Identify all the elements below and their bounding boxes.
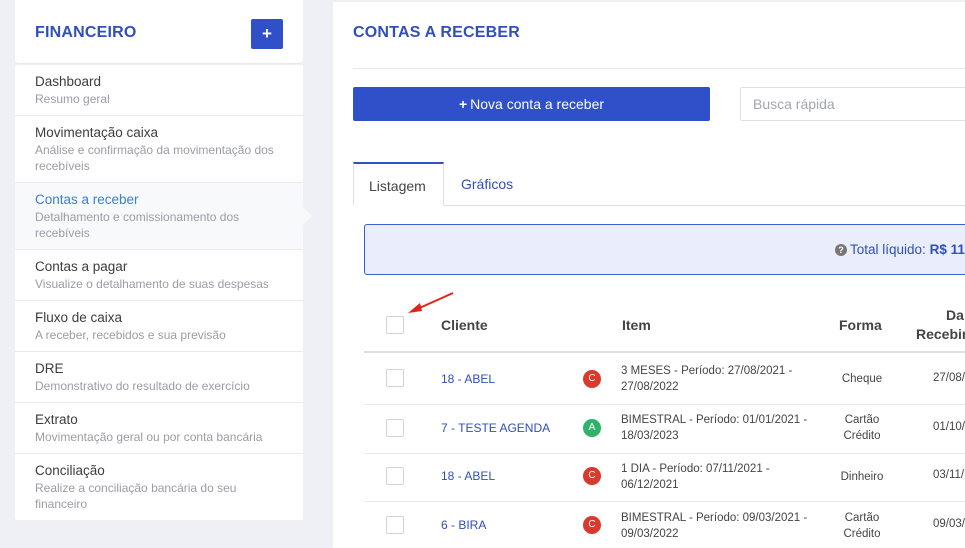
sidebar-item-label: Contas a receber [35, 192, 139, 207]
column-header-data-line1[interactable]: Da [946, 307, 964, 323]
column-header-cliente[interactable]: Cliente [441, 317, 488, 333]
sidebar-item-label: Conciliação [35, 463, 105, 478]
payment-method: Cheque [826, 371, 898, 387]
sidebar-item-description: Movimentação geral ou por conta bancária [35, 430, 263, 444]
payment-method-line-1: Cartão [844, 414, 880, 426]
arrow-head [408, 303, 422, 313]
sidebar-item-extrato[interactable]: Extrato Movimentação geral ou por conta … [15, 403, 303, 454]
sidebar-item-label: Contas a pagar [35, 259, 128, 274]
status-badge: C [583, 370, 601, 388]
payment-method: Cartão Crédito [826, 510, 898, 542]
tab-listagem[interactable]: Listagem [353, 162, 444, 206]
item-cell: 1 DIA - Período: 07/11/2021 - 06/12/2021 [621, 461, 811, 493]
payment-method-line-1: Cheque [841, 373, 883, 385]
page-title: CONTAS A RECEBER [353, 24, 521, 41]
sidebar-item-description: Detalhamento e comissionamento dos receb… [35, 210, 240, 240]
sidebar-item-movimentacao-caixa[interactable]: Movimentação caixa Análise e confirmação… [15, 116, 303, 183]
row-checkbox[interactable] [386, 467, 404, 485]
quick-search-input[interactable] [740, 87, 965, 121]
table-row[interactable]: 18 - ABEL C 1 DIA - Período: 07/11/2021 … [364, 454, 965, 502]
column-header-forma[interactable]: Forma [839, 317, 882, 333]
item-line-2: 18/03/2023 [621, 430, 679, 442]
item-cell: BIMESTRAL - Período: 01/01/2021 - 18/03/… [621, 412, 811, 444]
row-checkbox[interactable] [386, 419, 404, 437]
status-badge: C [583, 516, 601, 534]
client-link[interactable]: 18 - ABEL [441, 469, 495, 483]
payment-method: Dinheiro [826, 469, 898, 485]
sidebar-item-conciliacao[interactable]: Conciliação Realize a conciliação bancár… [15, 454, 303, 520]
sidebar-item-label: Extrato [35, 412, 78, 427]
question-icon: ? [835, 244, 847, 256]
add-button[interactable]: + [251, 19, 283, 49]
sidebar-item-label: DRE [35, 361, 64, 376]
table-row[interactable]: 18 - ABEL C 3 MESES - Período: 27/08/202… [364, 355, 965, 405]
total-summary: ? Total líquido: R$ 11 [835, 242, 965, 257]
client-link[interactable]: 6 - BIRA [441, 518, 486, 532]
status-badge: C [583, 467, 601, 485]
receipt-date: 03/11/ [933, 469, 965, 481]
item-line-1: BIMESTRAL - Período: 09/03/2021 - [621, 512, 808, 524]
sidebar-header: FINANCEIRO + [15, 0, 303, 64]
sidebar-item-label: Movimentação caixa [35, 125, 159, 140]
receipt-date: 27/08/ [933, 372, 965, 384]
annotation-arrow-icon [408, 292, 454, 313]
status-badge: A [583, 419, 601, 437]
sidebar-item-description: A receber, recebidos e sua previsão [35, 328, 226, 342]
table-row[interactable]: 6 - BIRA C BIMESTRAL - Período: 09/03/20… [364, 502, 965, 548]
sidebar-item-contas-a-receber[interactable]: Contas a receber Detalhamento e comissio… [15, 183, 312, 250]
total-value: R$ 11 [929, 242, 965, 257]
client-link[interactable]: 18 - ABEL [441, 372, 495, 386]
item-cell: 3 MESES - Período: 27/08/2021 - 27/08/20… [621, 363, 811, 395]
total-label: Total líquido: [850, 242, 926, 257]
sidebar-item-description: Análise e confirmação da movimentação do… [35, 143, 274, 173]
select-all-checkbox[interactable] [386, 316, 404, 334]
receipt-date: 09/03/ [933, 518, 965, 530]
sidebar-item-description: Realize a conciliação bancária do seu fi… [35, 481, 237, 511]
new-receivable-label: Nova conta a receber [470, 96, 605, 112]
column-header-data-line2[interactable]: Recebim [916, 326, 965, 342]
payment-method-line-1: Dinheiro [840, 471, 884, 483]
payment-method-line-2: Crédito [843, 528, 881, 540]
payment-method-line-1: Cartão [844, 512, 880, 524]
client-link[interactable]: 7 - TESTE AGENDA [441, 421, 550, 435]
payment-method-line-2: Crédito [843, 430, 881, 442]
item-cell: BIMESTRAL - Período: 09/03/2021 - 09/03/… [621, 510, 811, 542]
tab-graficos[interactable]: Gráficos [445, 162, 529, 206]
sidebar-menu: Dashboard Resumo geral Movimentação caix… [15, 65, 312, 520]
receipt-date: 01/10/ [933, 421, 965, 433]
sidebar-item-contas-a-pagar[interactable]: Contas a pagar Visualize o detalhamento … [15, 250, 303, 301]
column-header-item[interactable]: Item [622, 317, 651, 333]
sidebar-item-description: Visualize o detalhamento de suas despesa… [35, 277, 269, 291]
item-line-1: BIMESTRAL - Período: 01/01/2021 - [621, 414, 808, 426]
sidebar-item-description: Resumo geral [35, 92, 110, 106]
row-checkbox[interactable] [386, 369, 404, 387]
item-line-1: 3 MESES - Período: 27/08/2021 - [621, 365, 793, 377]
new-receivable-button[interactable]: + Nova conta a receber [353, 87, 710, 121]
sidebar-item-dashboard[interactable]: Dashboard Resumo geral [15, 65, 303, 116]
item-line-2: 09/03/2022 [621, 528, 679, 540]
total-summary-box: ? Total líquido: R$ 11 [364, 224, 965, 275]
sidebar-title: FINANCEIRO [35, 24, 137, 41]
divider [353, 68, 965, 69]
sidebar-item-fluxo-de-caixa[interactable]: Fluxo de caixa A receber, recebidos e su… [15, 301, 303, 352]
sidebar-item-dre[interactable]: DRE Demonstrativo do resultado de exercí… [15, 352, 303, 403]
table-row[interactable]: 7 - TESTE AGENDA A BIMESTRAL - Período: … [364, 405, 965, 454]
item-line-2: 06/12/2021 [621, 479, 679, 491]
payment-method: Cartão Crédito [826, 412, 898, 444]
sidebar-item-label: Dashboard [35, 74, 102, 89]
tabs: Listagem Gráficos [353, 162, 965, 206]
sidebar-item-label: Fluxo de caixa [35, 310, 123, 325]
plus-icon: + [458, 96, 468, 112]
item-line-2: 27/08/2022 [621, 381, 679, 393]
sidebar-item-description: Demonstrativo do resultado de exercício [35, 379, 250, 393]
item-line-1: 1 DIA - Período: 07/11/2021 - [621, 463, 770, 475]
row-checkbox[interactable] [386, 516, 404, 534]
sidebar: FINANCEIRO + Dashboard Resumo geral Movi… [15, 0, 312, 530]
